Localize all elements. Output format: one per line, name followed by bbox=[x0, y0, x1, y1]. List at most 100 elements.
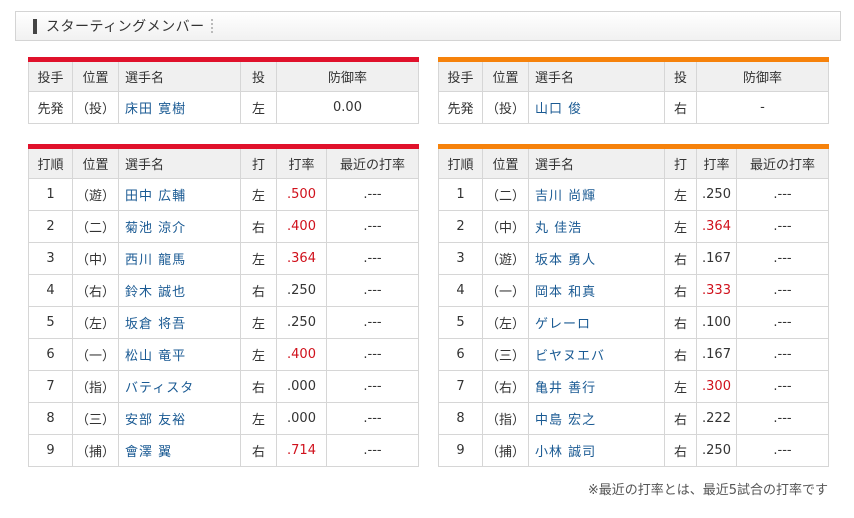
player-bats: 左 bbox=[664, 178, 697, 211]
header-average: 打率 bbox=[696, 146, 737, 179]
batting-average: .400 bbox=[276, 338, 327, 371]
batting-average: .250 bbox=[696, 178, 737, 211]
table-row: 1 （遊） 田中 広輔左 .500 .--- bbox=[28, 178, 419, 211]
batting-average: .300 bbox=[696, 370, 737, 403]
section-header: スターティングメンバー bbox=[15, 11, 841, 41]
player-name-link[interactable]: 會澤 翼 bbox=[118, 434, 241, 467]
player-position: （右） bbox=[72, 274, 119, 307]
batting-average: .250 bbox=[276, 306, 327, 339]
header-era: 防御率 bbox=[696, 59, 829, 92]
player-name-link[interactable]: 岡本 和真 bbox=[528, 274, 665, 307]
header-player-name: 選手名 bbox=[118, 146, 241, 179]
player-name-link[interactable]: 鈴木 誠也 bbox=[118, 274, 241, 307]
player-name-link[interactable]: ゲレーロ bbox=[528, 306, 665, 339]
header-position: 位置 bbox=[72, 59, 119, 92]
player-bats: 左 bbox=[240, 178, 277, 211]
batting-average: .100 bbox=[696, 306, 737, 339]
table-row: 4 （一） 岡本 和真右 .333 .--- bbox=[438, 274, 829, 307]
starting-pitcher-table: 投手 位置 選手名 投 防御率 先発 （投） 山口 俊 右 - bbox=[438, 57, 829, 124]
player-name-link[interactable]: 坂倉 将吾 bbox=[118, 306, 241, 339]
player-name-link[interactable]: 亀井 善行 bbox=[528, 370, 665, 403]
player-name-link[interactable]: 中島 宏之 bbox=[528, 402, 665, 435]
recent-average: .--- bbox=[326, 338, 419, 371]
player-name-link[interactable]: 坂本 勇人 bbox=[528, 242, 665, 275]
player-name-link[interactable]: 吉川 尚輝 bbox=[528, 178, 665, 211]
player-name-link[interactable]: ビヤヌエバ bbox=[528, 338, 665, 371]
batting-average: .250 bbox=[696, 434, 737, 467]
table-header-row: 投手 位置 選手名 投 防御率 bbox=[438, 59, 829, 92]
header-average: 打率 bbox=[276, 146, 327, 179]
batting-order: 1 bbox=[438, 178, 483, 211]
batting-order: 2 bbox=[28, 210, 73, 243]
header-position: 位置 bbox=[482, 59, 529, 92]
batting-order: 6 bbox=[28, 338, 73, 371]
player-bats: 右 bbox=[664, 434, 697, 467]
batting-average: .167 bbox=[696, 338, 737, 371]
batting-average: .714 bbox=[276, 434, 327, 467]
table-row: 8 （三） 安部 友裕左 .000 .--- bbox=[28, 402, 419, 435]
pitcher-era: - bbox=[696, 91, 829, 124]
header-player-name: 選手名 bbox=[118, 59, 241, 92]
player-position: （中） bbox=[72, 242, 119, 275]
table-row: 先発 （投） 床田 寛樹 左 0.00 bbox=[28, 91, 419, 124]
recent-average: .--- bbox=[326, 274, 419, 307]
header-era: 防御率 bbox=[276, 59, 419, 92]
header-player-name: 選手名 bbox=[528, 146, 665, 179]
batting-order: 6 bbox=[438, 338, 483, 371]
recent-average: .--- bbox=[326, 306, 419, 339]
table-row: 2 （中）丸 佳浩左 .364 .--- bbox=[438, 210, 829, 243]
section-title: スターティングメンバー bbox=[46, 19, 205, 35]
batting-order: 4 bbox=[28, 274, 73, 307]
player-bats: 左 bbox=[240, 402, 277, 435]
table-row: 3 （中） 西川 龍馬左 .364 .--- bbox=[28, 242, 419, 275]
player-position: （遊） bbox=[72, 178, 119, 211]
batting-order: 9 bbox=[438, 434, 483, 467]
pitcher-role: 先発 bbox=[438, 91, 483, 124]
pitcher-position: （投） bbox=[72, 91, 119, 124]
header-pitcher: 投手 bbox=[28, 59, 73, 92]
player-position: （一） bbox=[482, 274, 529, 307]
player-position: （一） bbox=[72, 338, 119, 371]
recent-average: .--- bbox=[326, 370, 419, 403]
header-order: 打順 bbox=[438, 146, 483, 179]
player-name-link[interactable]: 西川 龍馬 bbox=[118, 242, 241, 275]
player-bats: 右 bbox=[240, 434, 277, 467]
header-bar-icon bbox=[33, 18, 37, 34]
table-row: 9 （捕） 小林 誠司右 .250 .--- bbox=[438, 434, 829, 467]
table-row: 7 （指） バティスタ右 .000 .--- bbox=[28, 370, 419, 403]
player-name-link[interactable]: 小林 誠司 bbox=[528, 434, 665, 467]
player-name-link[interactable]: 田中 広輔 bbox=[118, 178, 241, 211]
pitcher-name-link[interactable]: 山口 俊 bbox=[528, 91, 665, 124]
pitcher-name-link[interactable]: 床田 寛樹 bbox=[118, 91, 241, 124]
recent-average: .--- bbox=[326, 242, 419, 275]
recent-average: .--- bbox=[326, 210, 419, 243]
player-name-link[interactable]: 安部 友裕 bbox=[118, 402, 241, 435]
player-position: （右） bbox=[482, 370, 529, 403]
batting-average: .500 bbox=[276, 178, 327, 211]
starting-pitcher-table: 投手 位置 選手名 投 防御率 先発 （投） 床田 寛樹 左 0.00 bbox=[28, 57, 419, 124]
table-row: 先発 （投） 山口 俊 右 - bbox=[438, 91, 829, 124]
pitcher-role: 先発 bbox=[28, 91, 73, 124]
player-bats: 左 bbox=[240, 242, 277, 275]
player-bats: 左 bbox=[664, 370, 697, 403]
batting-order: 7 bbox=[28, 370, 73, 403]
table-header-row: 投手 位置 選手名 投 防御率 bbox=[28, 59, 419, 92]
player-name-link[interactable]: 丸 佳浩 bbox=[528, 210, 665, 243]
player-bats: 左 bbox=[240, 338, 277, 371]
header-throws: 投 bbox=[240, 59, 277, 92]
player-bats: 右 bbox=[664, 338, 697, 371]
player-position: （指） bbox=[482, 402, 529, 435]
table-row: 6 （一） 松山 竜平左 .400 .--- bbox=[28, 338, 419, 371]
player-name-link[interactable]: 菊池 涼介 bbox=[118, 210, 241, 243]
player-position: （指） bbox=[72, 370, 119, 403]
player-name-link[interactable]: バティスタ bbox=[118, 370, 241, 403]
player-position: （二） bbox=[72, 210, 119, 243]
batting-order: 3 bbox=[28, 242, 73, 275]
lineup-body: 1 （遊） 田中 広輔左 .500 .--- 2 （二） 菊池 涼介右 .400 .--- 3 （中）… bbox=[28, 178, 419, 467]
player-name-link[interactable]: 松山 竜平 bbox=[118, 338, 241, 371]
player-bats: 右 bbox=[664, 242, 697, 275]
recent-average: .--- bbox=[326, 178, 419, 211]
player-position: （三） bbox=[482, 338, 529, 371]
pitcher-hand: 左 bbox=[240, 91, 277, 124]
header-player-name: 選手名 bbox=[528, 59, 665, 92]
